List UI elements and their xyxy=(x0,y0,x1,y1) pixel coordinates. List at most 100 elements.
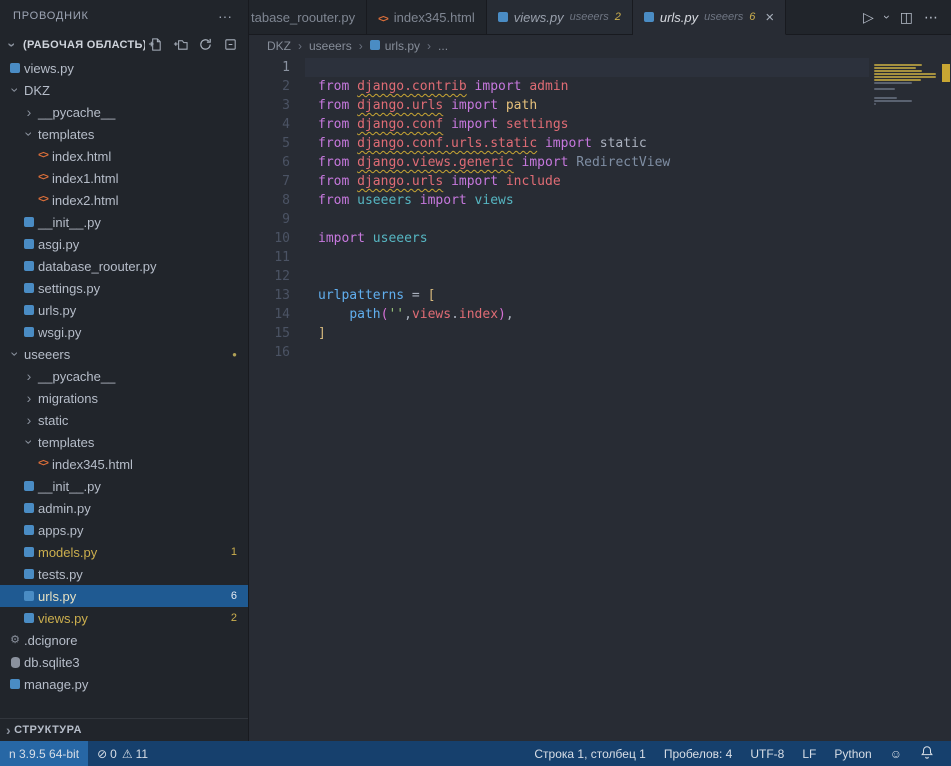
status-bell-icon[interactable] xyxy=(911,741,943,766)
tree-item-database-roouter-py[interactable]: database_roouter.py xyxy=(0,255,248,277)
tree-item-init-py[interactable]: __init__.py xyxy=(0,211,248,233)
line-number: 10 xyxy=(249,229,305,248)
tree-item-index-html[interactable]: <>index.html xyxy=(0,145,248,167)
tab-urls-py[interactable]: urls.pyuseeers6× xyxy=(633,0,786,35)
tree-item-settings-py[interactable]: settings.py xyxy=(0,277,248,299)
tree-item-migrations[interactable]: ›migrations xyxy=(0,387,248,409)
python-file-icon xyxy=(20,217,38,227)
breadcrumb-label: ... xyxy=(438,39,448,53)
python-file-icon xyxy=(20,503,38,513)
tab-views-py[interactable]: views.pyuseeers2 xyxy=(487,0,633,34)
close-icon[interactable]: × xyxy=(765,10,774,25)
tree-item-admin-py[interactable]: admin.py xyxy=(0,497,248,519)
tree-item-dcignore[interactable]: ⚙.dcignore xyxy=(0,629,248,651)
status-label: n 3.9.5 64-bit xyxy=(9,747,79,761)
tree-item-manage-py[interactable]: manage.py xyxy=(0,673,248,695)
tree-item-urls-py[interactable]: urls.py xyxy=(0,299,248,321)
file-tree: views.py›DKZ›__pycache__›templates<>inde… xyxy=(0,57,248,718)
breadcrumb-item-urls-py[interactable]: urls.py xyxy=(370,39,420,53)
more-actions-icon[interactable]: ⋯ xyxy=(924,9,938,26)
status-cursor-position[interactable]: Строка 1, столбец 1 xyxy=(525,741,654,766)
tree-item-asgi-py[interactable]: asgi.py xyxy=(0,233,248,255)
modified-dot-icon: ● xyxy=(232,350,237,359)
new-folder-icon[interactable] xyxy=(172,37,188,53)
tree-item-templates[interactable]: ›templates xyxy=(0,431,248,453)
tab-index345-html[interactable]: <>index345.html xyxy=(367,0,487,34)
code-line[interactable]: 12 xyxy=(249,267,869,286)
overview-ruler[interactable] xyxy=(941,57,951,741)
code-editor[interactable]: 12from django.contrib import admin3from … xyxy=(249,57,951,741)
tree-item-label: DKZ xyxy=(24,83,50,98)
tree-item-views-py[interactable]: views.py2 xyxy=(0,607,248,629)
new-file-icon[interactable] xyxy=(147,37,163,53)
tree-item-init-py[interactable]: __init__.py xyxy=(0,475,248,497)
code-line[interactable]: 15] xyxy=(249,324,869,343)
line-number: 11 xyxy=(249,248,305,267)
status-problems[interactable]: ⊘0⚠11 xyxy=(88,741,157,766)
tree-item-templates[interactable]: ›templates xyxy=(0,123,248,145)
status-python-interpreter[interactable]: n 3.9.5 64-bit xyxy=(0,741,88,766)
html-file-icon: <> xyxy=(378,10,388,25)
status-eol[interactable]: LF xyxy=(793,741,825,766)
refresh-explorer-icon[interactable] xyxy=(197,37,213,53)
code-line[interactable]: 7from django.urls import include xyxy=(249,172,869,191)
breadcrumb-item-useeers[interactable]: useeers xyxy=(309,39,352,53)
code-text: from useeers import views xyxy=(305,191,869,210)
tab-tabase-roouter-py[interactable]: tabase_roouter.py xyxy=(249,0,367,34)
code-line[interactable]: 6from django.views.generic import Redire… xyxy=(249,153,869,172)
tree-item-label: wsgi.py xyxy=(38,325,81,340)
breadcrumb-label: urls.py xyxy=(385,39,420,53)
tree-item-useeers[interactable]: ›useeers● xyxy=(0,343,248,365)
tree-item-apps-py[interactable]: apps.py xyxy=(0,519,248,541)
minimap[interactable] xyxy=(874,61,938,109)
breadcrumb-item-[interactable]: ... xyxy=(438,39,448,53)
code-line[interactable]: 8from useeers import views xyxy=(249,191,869,210)
tree-item-label: __pycache__ xyxy=(38,369,115,384)
status-language-mode[interactable]: Python xyxy=(825,741,880,766)
tree-item-db-sqlite3[interactable]: db.sqlite3 xyxy=(0,651,248,673)
code-line[interactable]: 1 xyxy=(249,58,869,77)
tree-item-index1-html[interactable]: <>index1.html xyxy=(0,167,248,189)
outline-section-header[interactable]: › СТРУКТУРА xyxy=(0,718,248,741)
tree-item-models-py[interactable]: models.py1 xyxy=(0,541,248,563)
collapse-folders-icon[interactable] xyxy=(222,37,238,53)
tree-item-wsgi-py[interactable]: wsgi.py xyxy=(0,321,248,343)
line-number: 9 xyxy=(249,210,305,229)
database-file-icon xyxy=(6,657,24,668)
code-line[interactable]: 9 xyxy=(249,210,869,229)
tree-item-views-py[interactable]: views.py xyxy=(0,57,248,79)
tree-item-urls-py[interactable]: urls.py6 xyxy=(0,585,248,607)
tree-item-pycache[interactable]: ›__pycache__ xyxy=(0,365,248,387)
code-line[interactable]: 13urlpatterns = [ xyxy=(249,286,869,305)
code-line[interactable]: 4from django.conf import settings xyxy=(249,115,869,134)
breadcrumb-item-dkz[interactable]: DKZ xyxy=(267,39,291,53)
code-line[interactable]: 5from django.conf.urls.static import sta… xyxy=(249,134,869,153)
code-text: from django.conf import settings xyxy=(305,115,869,134)
code-line[interactable]: 3from django.urls import path xyxy=(249,96,869,115)
tree-item-tests-py[interactable]: tests.py xyxy=(0,563,248,585)
run-dropdown-icon[interactable]: › xyxy=(885,10,889,24)
explorer-header: ПРОВОДНИК ··· xyxy=(0,0,248,32)
status-feedback-icon[interactable]: ☺ xyxy=(881,741,911,766)
tree-item-index345-html[interactable]: <>index345.html xyxy=(0,453,248,475)
code-line[interactable]: 14 path('',views.index), xyxy=(249,305,869,324)
line-number: 14 xyxy=(249,305,305,324)
explorer-more-actions-icon[interactable]: ··· xyxy=(218,8,232,24)
status-encoding[interactable]: UTF-8 xyxy=(741,741,793,766)
code-line[interactable]: 11 xyxy=(249,248,869,267)
problems-count-badge: 2 xyxy=(231,612,237,624)
tree-item-static[interactable]: ›static xyxy=(0,409,248,431)
status-indentation[interactable]: Пробелов: 4 xyxy=(655,741,742,766)
tree-item-label: __pycache__ xyxy=(38,105,115,120)
outline-label: СТРУКТУРА xyxy=(14,724,82,736)
chevron-collapsed-icon: › xyxy=(20,391,38,405)
code-line[interactable]: 16 xyxy=(249,343,869,362)
tree-item-dkz[interactable]: ›DKZ xyxy=(0,79,248,101)
tree-item-pycache[interactable]: ›__pycache__ xyxy=(0,101,248,123)
code-line[interactable]: 10import useeers xyxy=(249,229,869,248)
workspace-section-header[interactable]: › (РАБОЧАЯ ОБЛАСТЬ) ... xyxy=(0,32,248,57)
split-editor-icon[interactable]: ◫ xyxy=(900,9,913,26)
tree-item-index2-html[interactable]: <>index2.html xyxy=(0,189,248,211)
run-python-file-icon[interactable]: ▷ xyxy=(863,9,874,26)
code-line[interactable]: 2from django.contrib import admin xyxy=(249,77,869,96)
